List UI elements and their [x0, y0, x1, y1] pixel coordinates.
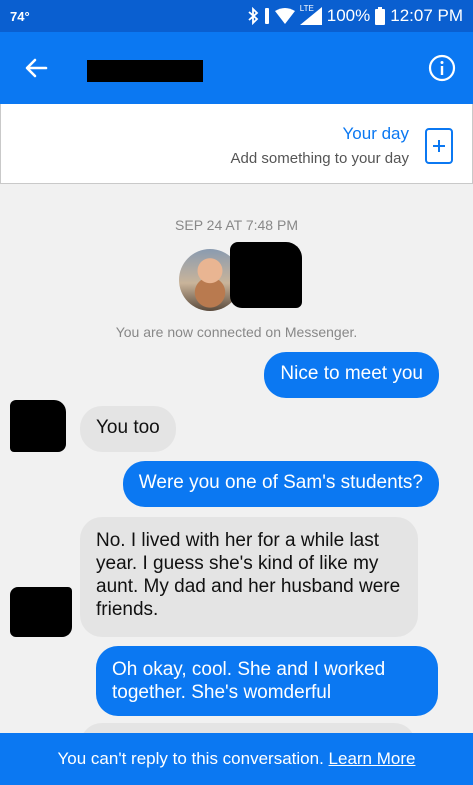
connected-note: You are now connected on Messenger.: [115, 324, 358, 340]
back-button[interactable]: [22, 54, 50, 82]
bluetooth-icon: [248, 7, 259, 25]
status-icons: LTE 100% 12:07 PM: [247, 4, 463, 26]
reply-disabled-banner: You can't reply to this conversation. Le…: [0, 733, 473, 785]
message-bubble-outgoing[interactable]: Were you one of Sam's students?: [122, 461, 439, 507]
message-bubble-outgoing[interactable]: Nice to meet you: [264, 352, 439, 398]
temperature: 74°: [10, 9, 30, 24]
learn-more-link[interactable]: Learn More: [329, 749, 416, 768]
your-day-title[interactable]: Your day: [343, 124, 409, 144]
message-bubble-incoming[interactable]: No. I lived with her for a while last ye…: [80, 517, 418, 637]
reply-disabled-text: You can't reply to this conversation.: [57, 749, 324, 768]
redacted-sender-avatar: [10, 587, 72, 637]
battery-icon: [375, 7, 386, 25]
network-type: LTE: [299, 4, 314, 13]
battery-percent: 100%: [326, 6, 371, 25]
conversation-timestamp: SEP 24 AT 7:48 PM: [175, 217, 298, 233]
your-day-panel: Your day Add something to your day: [0, 104, 473, 184]
wifi-icon: [274, 8, 295, 24]
redacted-sender-avatar: [10, 400, 66, 452]
your-day-subtitle: Add something to your day: [230, 150, 409, 167]
message-bubble-outgoing[interactable]: Oh okay, cool. She and I worked together…: [96, 646, 438, 716]
info-circle-icon: [428, 54, 456, 82]
conversation-header: [0, 32, 473, 104]
info-button[interactable]: [428, 54, 456, 82]
vibrate-icon: [264, 8, 269, 24]
arrow-left-icon: [25, 58, 48, 78]
redacted-avatar: [230, 242, 302, 308]
cell-signal-icon: LTE: [299, 4, 322, 25]
message-bubble-incoming[interactable]: You too: [80, 406, 176, 452]
plus-square-icon[interactable]: [425, 128, 453, 164]
status-bar: 74° LTE 100% 12:07 PM: [0, 0, 473, 32]
clock: 12:07 PM: [390, 6, 463, 25]
redacted-contact-name: [87, 60, 203, 82]
